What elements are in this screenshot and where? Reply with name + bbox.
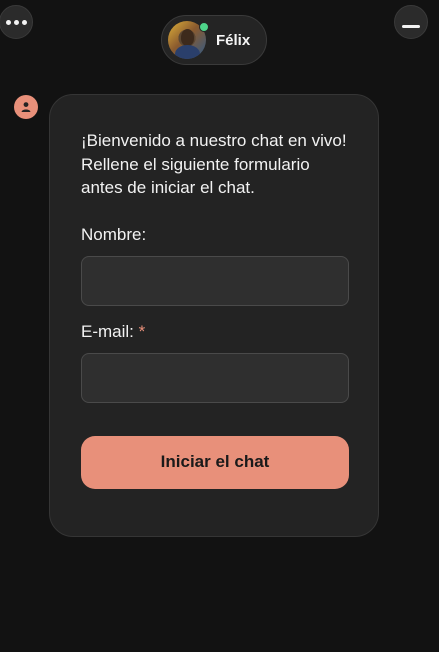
name-label: Nombre:	[81, 225, 347, 245]
name-label-text: Nombre:	[81, 224, 147, 244]
menu-button[interactable]	[0, 5, 33, 39]
user-icon	[14, 95, 38, 119]
email-label-text: E-mail:	[81, 321, 134, 341]
agent-header: Félix	[161, 15, 267, 65]
prechat-form: ¡Bienvenido a nuestro chat en vivo! Rell…	[49, 94, 379, 537]
minimize-icon	[402, 24, 420, 28]
welcome-message: ¡Bienvenido a nuestro chat en vivo! Rell…	[81, 129, 347, 200]
online-status-dot	[199, 22, 209, 32]
agent-avatar-wrapper	[168, 21, 209, 59]
start-chat-button[interactable]: Iniciar el chat	[81, 435, 349, 489]
name-input[interactable]	[81, 255, 349, 306]
email-label: E-mail: *	[81, 322, 347, 342]
required-mark: *	[138, 321, 146, 341]
email-input[interactable]	[81, 352, 349, 403]
minimize-button[interactable]	[394, 5, 428, 39]
more-dots-icon	[5, 19, 27, 25]
welcome-line-2: Rellene el siguiente formulario antes de…	[81, 154, 310, 198]
welcome-line-1: ¡Bienvenido a nuestro chat en vivo!	[81, 131, 347, 150]
agent-name: Félix	[216, 31, 251, 49]
